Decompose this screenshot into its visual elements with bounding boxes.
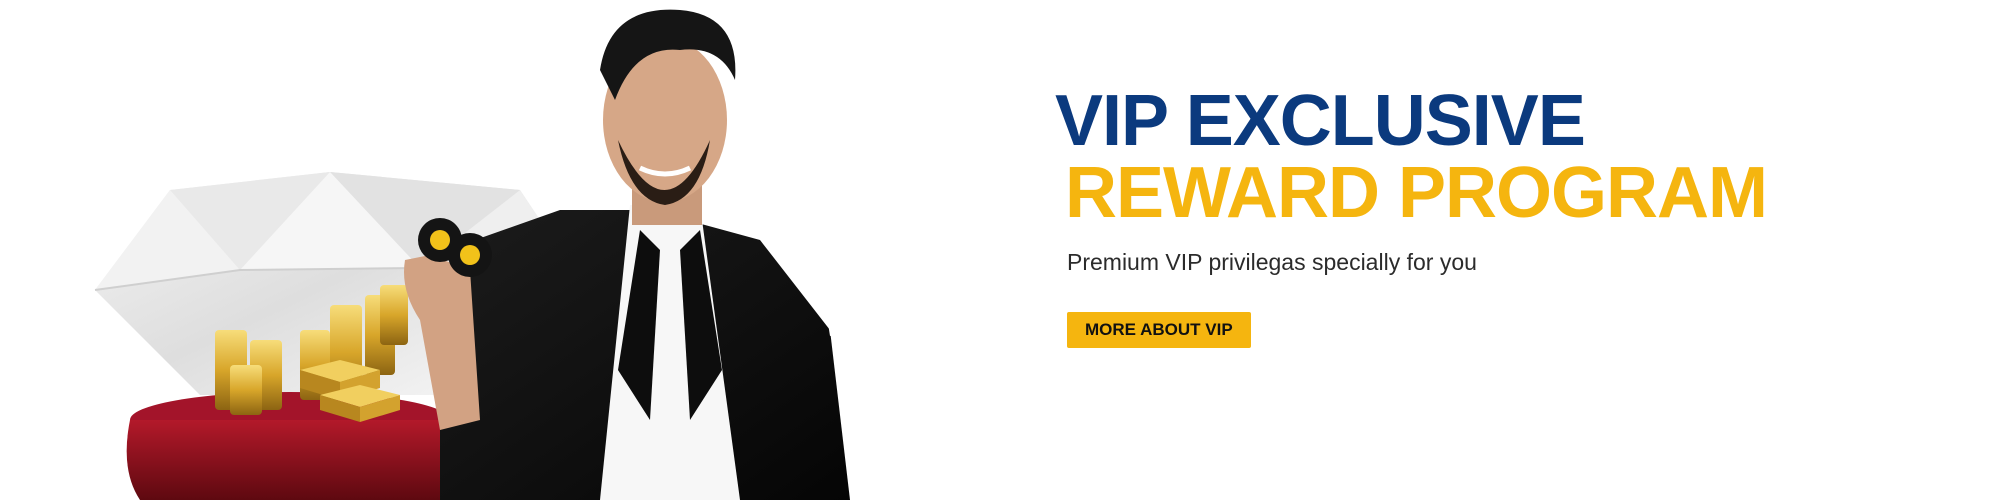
- man-in-tuxedo: [404, 9, 852, 500]
- headline-primary: VIP EXCLUSIVE: [1055, 81, 1586, 161]
- more-about-vip-button[interactable]: MORE ABOUT VIP: [1067, 312, 1251, 348]
- headline-accent: REWARD PROGRAM: [1065, 153, 1768, 233]
- vip-banner: VIP EXCLUSIVE REWARD PROGRAM Premium VIP…: [0, 0, 2000, 500]
- red-table: [126, 392, 454, 500]
- subtitle: Premium VIP privilegas specially for you: [1067, 249, 1477, 275]
- promo-copy: VIP EXCLUSIVE REWARD PROGRAM Premium VIP…: [1055, 85, 1955, 348]
- hero-illustration-svg: [94, 9, 852, 500]
- hero-illustration: [0, 0, 960, 500]
